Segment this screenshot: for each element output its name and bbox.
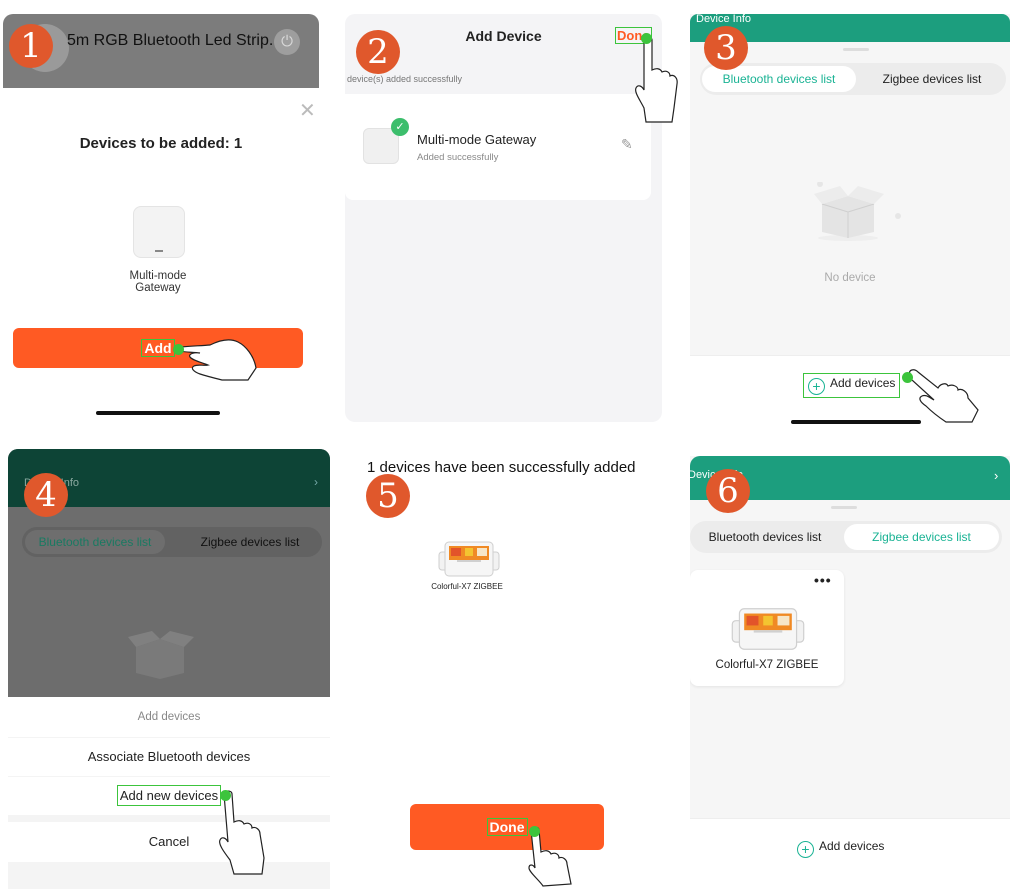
step-badge-5: 5 [366, 474, 410, 518]
chevron-right-icon: › [314, 475, 318, 489]
gateway-device-icon [133, 206, 185, 258]
tap-indicator-dot [529, 826, 540, 837]
tap-indicator-dot [220, 790, 231, 801]
tab-bluetooth-devices[interactable]: Bluetooth devices list [690, 524, 840, 550]
drag-handle[interactable] [843, 48, 869, 51]
tab-zigbee-devices: Zigbee devices list [200, 535, 300, 549]
tap-indicator-dot [902, 372, 913, 383]
step-badge-2: 2 [356, 30, 400, 74]
success-title: 1 devices have been successfully added [367, 459, 636, 476]
add-devices-label: Add devices [830, 376, 896, 390]
device-list-tabs: Bluetooth devices list Zigbee devices li… [700, 63, 1006, 95]
tab-zigbee-devices[interactable]: Zigbee devices list [844, 524, 999, 550]
associate-bluetooth-option[interactable]: Associate Bluetooth devices [8, 738, 330, 776]
power-icon[interactable]: ⏻ [274, 29, 300, 55]
home-indicator [96, 411, 220, 415]
sheet-title: Add devices [8, 697, 330, 737]
added-device-card[interactable]: ✓ Multi-mode Gateway Added successfully … [345, 94, 651, 200]
add-devices-label: Add devices [819, 839, 885, 853]
add-new-devices-label: Add new devices [116, 785, 222, 806]
pointing-hand-icon [635, 36, 678, 123]
device-name: Multi-mode Gateway [129, 270, 187, 294]
cancel-button[interactable]: Cancel [8, 822, 330, 862]
empty-box-icon [128, 631, 194, 679]
step-badge-3: 3 [704, 26, 748, 70]
device-name: Colorful-X7 ZIGBEE [431, 582, 503, 591]
pointing-hand-icon [219, 790, 265, 875]
empty-state-text: No device [824, 272, 876, 284]
success-subtitle: device(s) added successfully [347, 74, 463, 84]
done-button-label: Done [486, 818, 528, 836]
add-button-label: Add [141, 339, 175, 357]
chevron-right-icon[interactable]: › [994, 468, 998, 483]
device-card[interactable]: ••• Colorful-X7 ZIGBEE [690, 570, 844, 686]
close-icon[interactable]: ✕ [299, 98, 316, 123]
device-name: Multi-mode Gateway [417, 132, 537, 147]
device-title: 5m RGB Bluetooth Led Strip... [67, 32, 283, 49]
step3-device-info-page: Device Info Bluetooth devices list Zigbe… [690, 14, 1010, 424]
empty-box-icon [814, 182, 901, 241]
device-status: Added successfully [417, 152, 499, 163]
zigbee-controller-icon [438, 541, 500, 577]
tab-zigbee-devices[interactable]: Zigbee devices list [860, 66, 1004, 92]
edit-icon[interactable]: ✎ [621, 136, 633, 153]
header-title: Device Info [696, 14, 752, 25]
device-list-tabs: Bluetooth devices list Zigbee devices li… [22, 527, 322, 557]
step-badge-6: 6 [706, 469, 750, 513]
step2-add-device-page: Add Device Done device(s) added successf… [345, 14, 662, 422]
tap-indicator-dot [641, 33, 652, 44]
devices-to-add-heading: Devices to be added: 1 [79, 135, 243, 152]
plus-circle-icon: + [797, 841, 814, 858]
device-name: Colorful-X7 ZIGBEE [715, 659, 819, 671]
step6-device-info-page: Device Info› Bluetooth devices list Zigb… [690, 456, 1010, 889]
home-indicator [791, 420, 921, 424]
more-options-icon[interactable]: ••• [814, 572, 832, 588]
pointing-hand-icon [909, 369, 979, 423]
add-new-devices-option[interactable]: Add new devices [8, 777, 330, 815]
tab-bluetooth-devices: Bluetooth devices list [25, 530, 165, 554]
step-badge-4: 4 [24, 473, 68, 517]
add-devices-button[interactable]: + Add devices [797, 839, 884, 858]
pointing-hand-icon [175, 339, 257, 381]
drag-handle[interactable] [831, 506, 857, 509]
step1-add-device-sheet: 5m RGB Bluetooth Led Strip... ⏻ ✕ Device… [3, 14, 319, 428]
add-devices-button[interactable]: + Add devices [802, 373, 901, 398]
step4-add-devices-sheet: Device Info› Bluetooth devices list Zigb… [8, 449, 330, 889]
plus-circle-icon: + [808, 378, 825, 395]
check-icon: ✓ [391, 118, 409, 136]
zigbee-controller-icon [731, 608, 805, 650]
tap-indicator-dot [173, 344, 184, 355]
device-list-tabs: Bluetooth devices list Zigbee devices li… [690, 521, 1002, 553]
step-badge-1: 1 [9, 24, 53, 68]
